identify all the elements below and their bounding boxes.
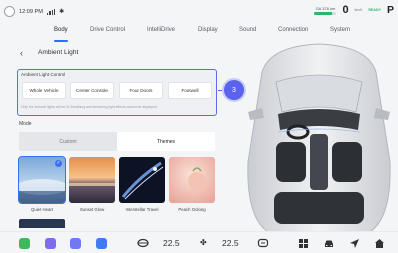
ambient-light-control-title: Ambient Light Control [21,72,66,77]
left-temperature-value: 22.5 [163,238,180,248]
theme-list: ✓ Quiet Heart Sunset Glow Interstellar T… [18,156,219,217]
option-footwell[interactable]: Footwell [168,82,212,99]
theme-name: Interstellar Travel [125,207,159,212]
mode-label: Mode [19,121,32,127]
messages-app-icon[interactable] [70,237,81,249]
theme-sunset-glow[interactable]: Sunset Glow [69,157,115,217]
media-app-icon[interactable] [45,237,56,249]
tab-drive-control[interactable]: Drive Control [90,27,125,33]
option-four-doors[interactable]: Four Doors [119,82,163,99]
vehicle-settings-screen: 12:09 PM ✱ GA 378 km 0 km/h READY P Body… [0,0,398,253]
tab-connection[interactable]: Connection [278,27,308,33]
theme-interstellar-travel[interactable]: Interstellar Travel [119,157,165,217]
apps-grid-icon[interactable] [299,237,308,249]
page-title: Ambient Light [38,49,79,56]
theme-thumbnail [69,157,115,203]
tab-sound[interactable]: Sound [239,27,256,33]
mode-themes[interactable]: Themes [117,132,215,151]
app-tile [19,237,30,249]
check-icon: ✓ [55,160,62,167]
clock: 12:09 PM [19,8,43,15]
seat-heat-icon[interactable] [257,237,269,249]
tab-intellidrive[interactable]: IntelliDrive [147,27,175,33]
app-tile [70,237,81,249]
range-text: GA 378 km [315,5,336,11]
fan-icon[interactable]: ✤ [200,237,207,249]
theme-thumbnail [119,157,165,203]
signal-icon [46,8,56,15]
status-left: 12:09 PM ✱ [4,6,64,17]
left-temperature[interactable]: 22.5 [163,237,180,249]
car-interior-illustration [240,42,398,233]
tab-display[interactable]: Display [198,27,218,33]
home-icon[interactable] [375,237,384,249]
battery-bar [314,11,337,15]
phone-app-icon[interactable] [19,237,30,249]
option-center-console[interactable]: Center Console [70,82,114,99]
bluetooth-icon: ✱ [59,9,65,15]
option-whole-vehicle[interactable]: Whole Vehicle [22,82,66,99]
bottom-dock: 22.5 ✤ 22.5 [0,231,398,253]
range-indicator: GA 378 km [314,5,337,15]
status-bar: 12:09 PM ✱ GA 378 km 0 km/h READY P [0,0,398,24]
car-icon[interactable] [324,237,334,249]
active-tab-indicator [54,40,68,42]
battery-fill [314,11,333,15]
mode-segmented-control: Custom Themes [19,132,215,151]
next-theme-thumbnail [19,219,65,228]
chevron-left-icon[interactable]: ‹ [20,48,30,58]
tab-body[interactable]: Body [54,27,68,33]
mode-custom[interactable]: Custom [19,132,117,151]
theme-name: Quiet Heart [31,207,53,212]
theme-thumbnail [169,157,215,203]
right-temperature[interactable]: 22.5 [222,237,239,249]
theme-peach-oolong[interactable]: Peach Oolong [169,157,215,217]
navigation-icon[interactable] [350,237,359,249]
app-tile [45,237,56,249]
theme-thumbnail: ✓ [18,156,66,204]
gear-indicator: P [386,4,394,16]
speed-unit: km/h [354,8,363,12]
right-temperature-value: 22.5 [222,238,239,248]
ambient-light-note: Only the footwell lights will be lit. Br… [21,105,158,109]
ready-indicator: READY [368,8,381,12]
app-tile [96,237,107,249]
theme-quiet-heart[interactable]: ✓ Quiet Heart [18,156,66,217]
user-avatar-icon[interactable] [4,6,15,17]
settings-tabs: Body Drive Control IntelliDrive Display … [0,27,398,41]
ambient-light-control-card: Ambient Light Control Whole Vehicle Cent… [17,69,217,116]
speed-value: 0 [342,4,349,16]
music-app-icon[interactable] [96,237,107,249]
steering-wheel-heat-icon[interactable] [137,237,149,249]
status-right: GA 378 km 0 km/h READY P [314,4,394,16]
theme-name: Peach Oolong [178,207,206,212]
theme-name: Sunset Glow [79,207,105,212]
tab-system[interactable]: System [330,27,350,33]
